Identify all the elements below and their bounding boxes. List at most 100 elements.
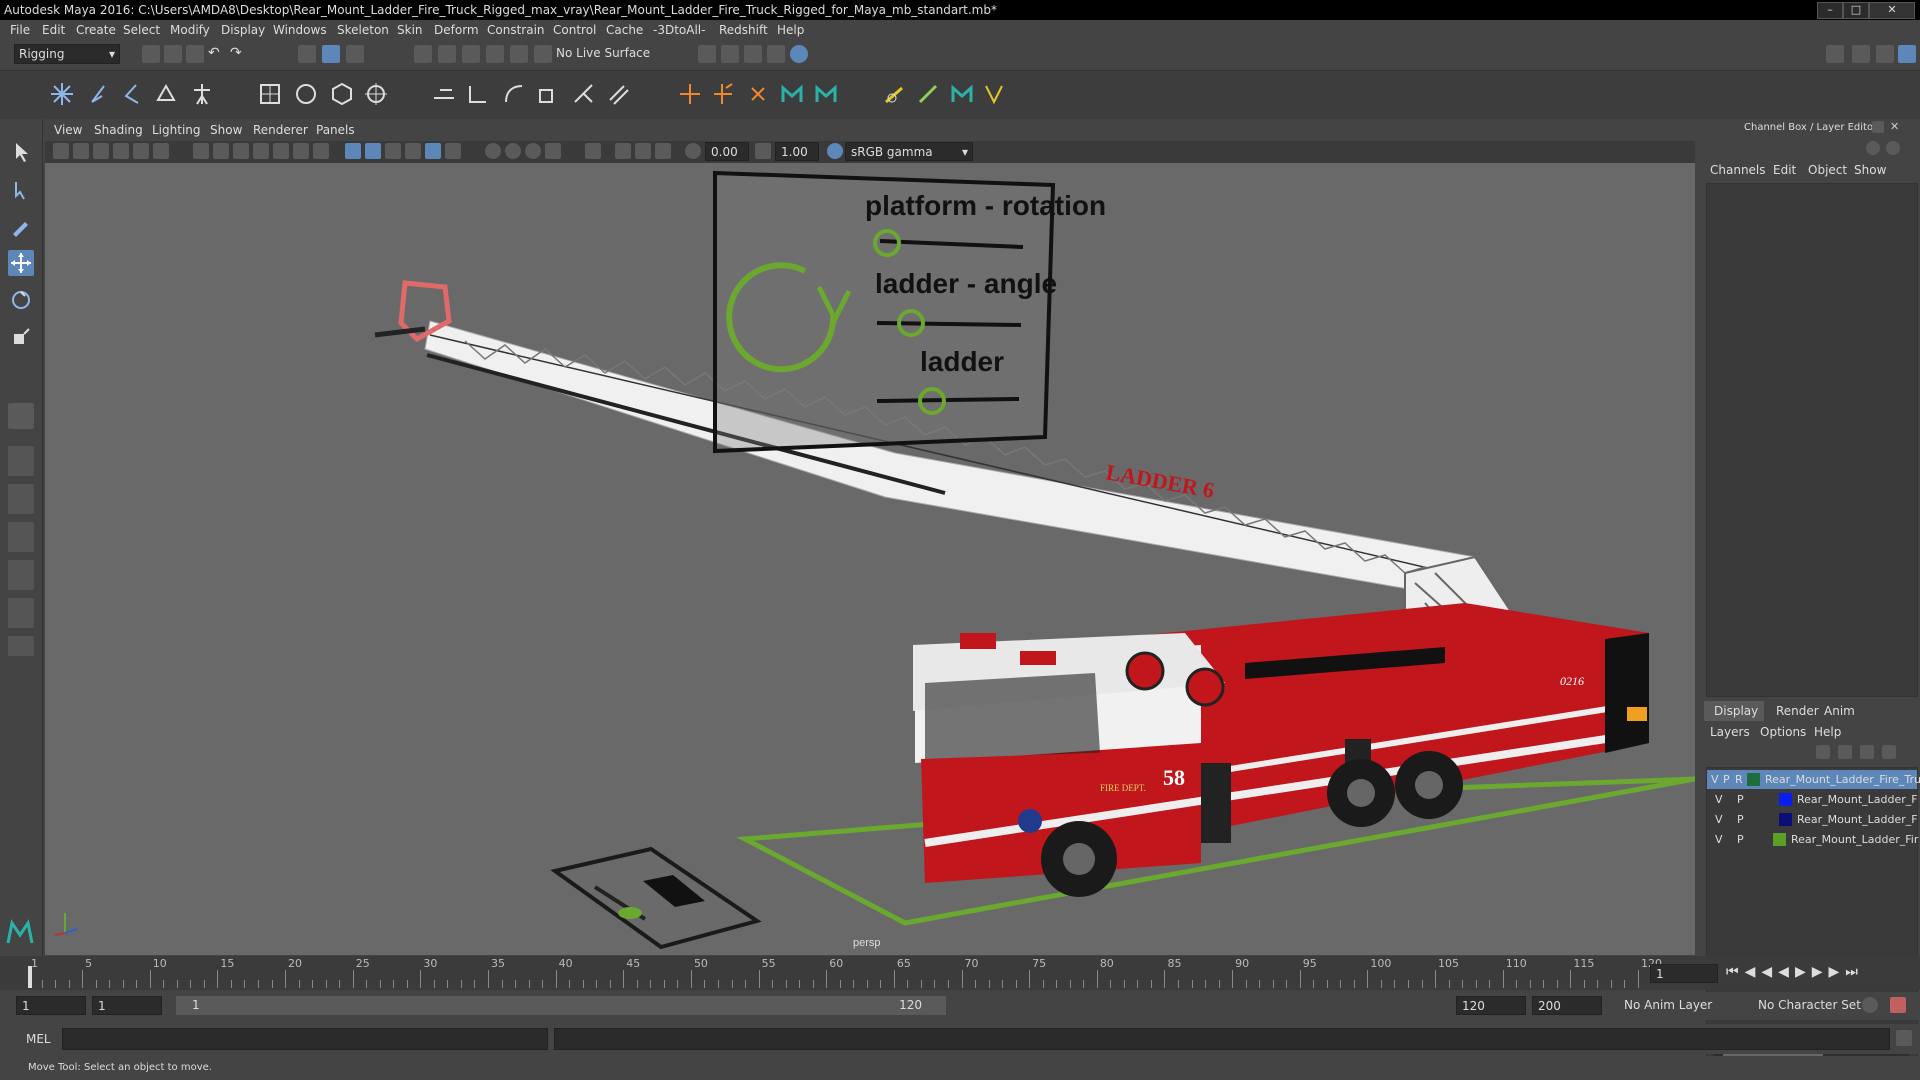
new-empty-layer-icon[interactable] bbox=[1860, 745, 1874, 759]
close-button[interactable]: ✕ bbox=[1869, 2, 1915, 19]
custom-layout-icon[interactable] bbox=[8, 636, 34, 656]
cb-menu-edit[interactable]: Edit bbox=[1773, 163, 1796, 177]
le-menu-options[interactable]: Options bbox=[1760, 725, 1806, 739]
layer-playback[interactable]: P bbox=[1723, 773, 1730, 786]
exposure-icon[interactable] bbox=[685, 143, 701, 159]
character-set-dropdown[interactable]: No Character Set bbox=[1758, 998, 1878, 1012]
layer-visibility[interactable]: V bbox=[1715, 813, 1723, 826]
render-settings-icon[interactable] bbox=[698, 45, 716, 63]
select-hierarchy-icon[interactable] bbox=[298, 45, 316, 63]
tool-settings-icon[interactable] bbox=[1876, 45, 1894, 63]
textured-icon[interactable] bbox=[425, 143, 441, 159]
vp-menu-shading[interactable]: Shading bbox=[94, 123, 143, 137]
film-gate-icon[interactable] bbox=[213, 143, 229, 159]
xray-icon[interactable] bbox=[615, 143, 631, 159]
wireframe-icon[interactable] bbox=[345, 143, 361, 159]
range-slider[interactable]: 1 120 bbox=[176, 996, 946, 1015]
move-tool-icon[interactable] bbox=[8, 250, 34, 276]
layer-playback[interactable]: P bbox=[1737, 833, 1744, 846]
live-surface-field[interactable]: No Live Surface bbox=[552, 44, 656, 62]
snap-grid-icon[interactable] bbox=[414, 45, 432, 63]
minimize-button[interactable]: – bbox=[1817, 2, 1843, 19]
layer-visibility[interactable]: V bbox=[1711, 773, 1719, 786]
paint-weights-icon[interactable] bbox=[292, 80, 320, 108]
scale-constraint-icon[interactable] bbox=[534, 80, 562, 108]
menu-select[interactable]: Select bbox=[123, 23, 160, 37]
set-driven-key-icon[interactable] bbox=[710, 80, 738, 108]
cb-menu-channels[interactable]: Channels bbox=[1710, 163, 1766, 177]
vp-menu-show[interactable]: Show bbox=[210, 123, 242, 137]
render-frame-icon[interactable] bbox=[721, 45, 739, 63]
hypershade-icon[interactable] bbox=[790, 45, 808, 63]
layer-name[interactable]: Rear_Mount_Ladder_F bbox=[1797, 813, 1918, 826]
vp-menu-panels[interactable]: Panels bbox=[316, 123, 355, 137]
platform-controller[interactable] bbox=[550, 846, 762, 950]
snap-live-icon[interactable] bbox=[534, 45, 552, 63]
gamma-field[interactable]: 1.00 bbox=[775, 142, 819, 161]
locator-icon[interactable] bbox=[676, 80, 704, 108]
vp-menu-view[interactable]: View bbox=[54, 123, 82, 137]
step-back-key-icon[interactable]: ◀ bbox=[1761, 964, 1778, 980]
select-object-icon[interactable] bbox=[322, 45, 340, 63]
animation-start-field[interactable]: 1 bbox=[16, 996, 86, 1015]
float-panel-icon[interactable] bbox=[1872, 121, 1884, 133]
wireframe-on-shaded-icon[interactable] bbox=[405, 143, 421, 159]
scale-tool-icon[interactable] bbox=[8, 324, 34, 350]
save-scene-icon[interactable] bbox=[186, 45, 204, 63]
smooth-shade-icon[interactable] bbox=[365, 143, 381, 159]
single-pane-layout-icon[interactable] bbox=[8, 403, 34, 429]
le-menu-help[interactable]: Help bbox=[1814, 725, 1841, 739]
menu-redshift[interactable]: Redshift bbox=[719, 23, 768, 37]
ik-handle-icon[interactable] bbox=[84, 80, 112, 108]
humanik-icon[interactable] bbox=[188, 80, 216, 108]
snap-view-icon[interactable] bbox=[486, 45, 504, 63]
ik-spline-icon[interactable] bbox=[118, 80, 146, 108]
menu-edit[interactable]: Edit bbox=[42, 23, 65, 37]
grid-toggle-icon[interactable] bbox=[193, 143, 209, 159]
snap-surface-icon[interactable] bbox=[510, 45, 528, 63]
close-panel-icon[interactable]: ✕ bbox=[1890, 121, 1902, 133]
script-editor-icon[interactable] bbox=[1896, 1030, 1912, 1046]
joint-tool-icon[interactable] bbox=[48, 80, 76, 108]
tab-anim[interactable]: Anim bbox=[1824, 704, 1855, 718]
layer-playback[interactable]: P bbox=[1737, 793, 1744, 806]
camera-attr-icon[interactable] bbox=[73, 143, 89, 159]
menu-skeleton[interactable]: Skeleton bbox=[337, 23, 389, 37]
isolate-select-icon[interactable] bbox=[585, 143, 601, 159]
select-tool-icon[interactable] bbox=[8, 139, 34, 165]
go-to-end-icon[interactable]: ⏭ bbox=[1845, 964, 1864, 980]
orient-constraint-icon[interactable] bbox=[500, 80, 528, 108]
side-by-side-layout-icon[interactable] bbox=[8, 484, 34, 514]
tab-display[interactable]: Display bbox=[1704, 701, 1764, 721]
layer-reference[interactable]: R bbox=[1735, 773, 1743, 786]
go-to-start-icon[interactable]: ⏮ bbox=[1726, 964, 1745, 980]
layer-color-swatch[interactable] bbox=[1773, 833, 1786, 846]
channel-box-toggle-icon[interactable] bbox=[1898, 45, 1916, 63]
cluster-icon[interactable] bbox=[362, 80, 390, 108]
menu-cache[interactable]: Cache bbox=[606, 23, 643, 37]
outliner-layout-icon[interactable] bbox=[8, 522, 34, 552]
menu-control[interactable]: Control bbox=[553, 23, 596, 37]
command-language-label[interactable]: MEL bbox=[26, 1032, 51, 1046]
menu-help[interactable]: Help bbox=[777, 23, 804, 37]
mirror-joint-icon[interactable] bbox=[152, 80, 180, 108]
layer-visibility[interactable]: V bbox=[1715, 793, 1723, 806]
render-view-icon[interactable] bbox=[767, 45, 785, 63]
menu-3dtoall[interactable]: -3DtoAll- bbox=[653, 23, 705, 37]
open-scene-icon[interactable] bbox=[164, 45, 182, 63]
layer-color-swatch[interactable] bbox=[1779, 793, 1792, 806]
blendshape-icon[interactable] bbox=[744, 80, 772, 108]
animation-end-field[interactable]: 200 bbox=[1532, 996, 1602, 1015]
layer-row[interactable]: V P Rear_Mount_Ladder_F bbox=[1707, 810, 1918, 829]
menu-create[interactable]: Create bbox=[76, 23, 116, 37]
command-input[interactable] bbox=[62, 1028, 548, 1050]
new-scene-icon[interactable] bbox=[142, 45, 160, 63]
layer-name[interactable]: Rear_Mount_Ladder_Fire_Tru bbox=[1765, 773, 1920, 786]
current-time-field[interactable]: 1 bbox=[1650, 964, 1718, 983]
move-layer-down-icon[interactable] bbox=[1838, 745, 1852, 759]
attribute-editor-icon[interactable] bbox=[1852, 45, 1870, 63]
lasso-tool-icon[interactable] bbox=[8, 176, 34, 202]
maximize-button[interactable]: □ bbox=[1843, 2, 1869, 19]
layer-color-swatch[interactable] bbox=[1747, 773, 1760, 786]
layer-playback[interactable]: P bbox=[1737, 813, 1744, 826]
